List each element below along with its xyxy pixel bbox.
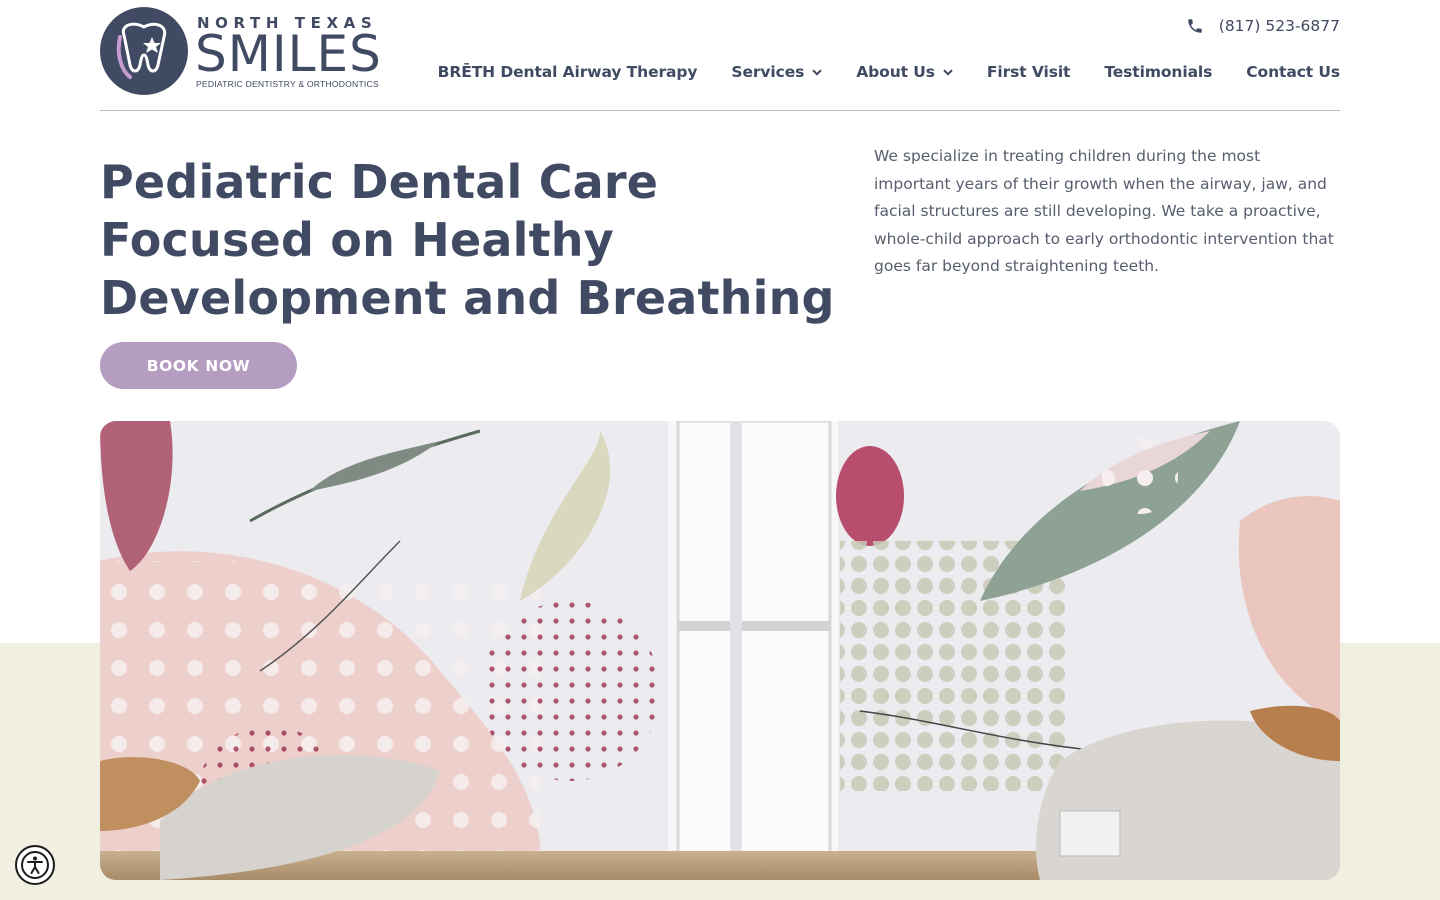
nav-item-services[interactable]: Services xyxy=(731,63,822,81)
phone-number: (817) 523-6877 xyxy=(1218,17,1340,35)
nav-label: About Us xyxy=(856,63,935,81)
phone-link[interactable]: (817) 523-6877 xyxy=(1186,17,1340,35)
hero-office-photo xyxy=(100,421,1340,880)
site-header: NORTH TEXAS SMILES PEDIATRIC DENTISTRY &… xyxy=(100,0,1340,111)
book-now-button[interactable]: BOOK NOW xyxy=(100,342,297,389)
accessibility-icon xyxy=(21,851,49,879)
accessibility-button[interactable] xyxy=(15,845,55,885)
logo-main-text: SMILES xyxy=(195,24,382,83)
nav-label: BRĒTH Dental Airway Therapy xyxy=(437,63,698,81)
nav-label: First Visit xyxy=(986,63,1071,81)
site-logo[interactable]: NORTH TEXAS SMILES PEDIATRIC DENTISTRY &… xyxy=(100,7,382,95)
nav-label: Services xyxy=(731,63,805,81)
hero-description: We specialize in treating children durin… xyxy=(874,147,1334,275)
hero-title: Pediatric Dental Care Focused on Healthy… xyxy=(100,155,835,325)
nav-item-contact-us[interactable]: Contact Us xyxy=(1246,63,1340,81)
tooth-logo-icon xyxy=(100,7,188,95)
main-nav: BRĒTH Dental Airway Therapy Services Abo… xyxy=(438,63,1340,81)
nav-label: Contact Us xyxy=(1246,63,1340,81)
phone-icon xyxy=(1186,17,1204,35)
chevron-down-icon xyxy=(812,68,822,76)
nav-item-first-visit[interactable]: First Visit xyxy=(986,63,1071,81)
nav-item-breth-therapy[interactable]: BRĒTH Dental Airway Therapy xyxy=(438,63,698,81)
nav-item-testimonials[interactable]: Testimonials xyxy=(1104,63,1212,81)
logo-tagline: PEDIATRIC DENTISTRY & ORTHODONTICS xyxy=(196,78,379,89)
nav-label: Testimonials xyxy=(1104,63,1213,81)
chevron-down-icon xyxy=(943,68,953,76)
nav-item-about-us[interactable]: About Us xyxy=(856,63,953,81)
